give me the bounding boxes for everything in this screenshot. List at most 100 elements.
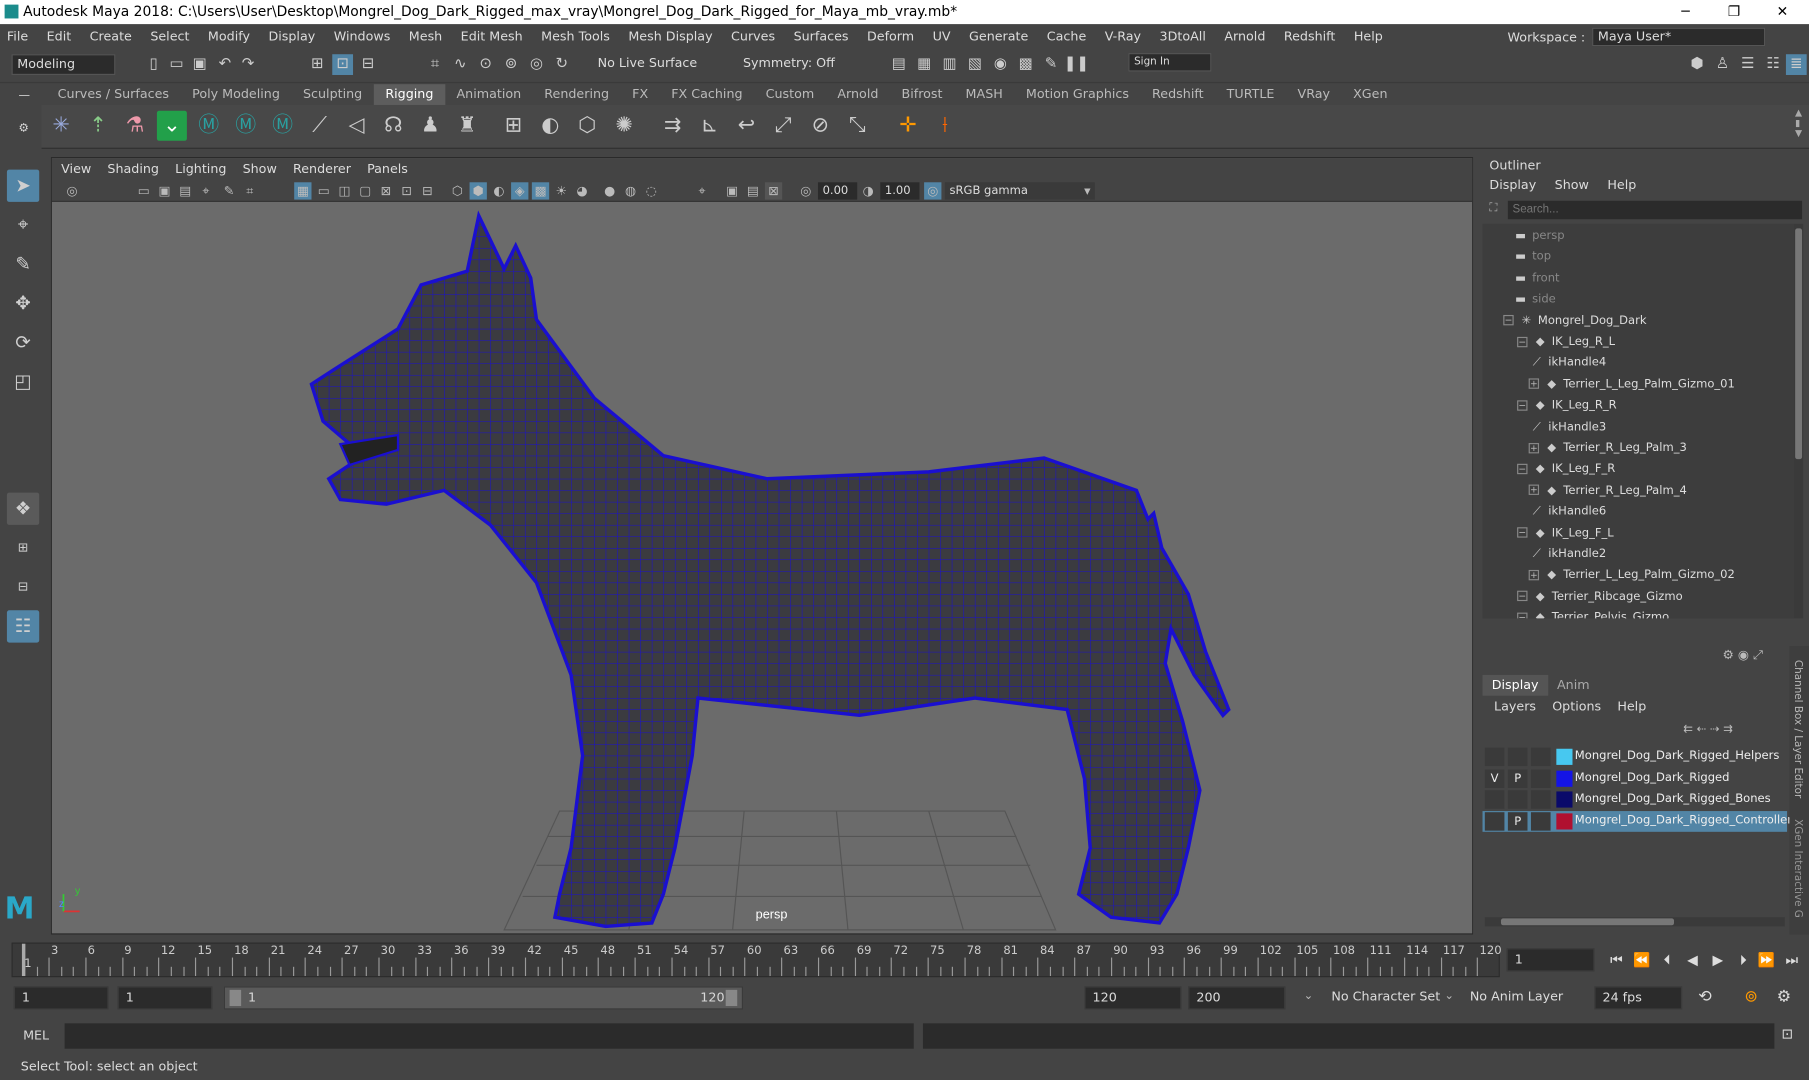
select-hierarchy-icon[interactable]: ⊞: [307, 54, 328, 75]
gate-mask-icon[interactable]: ▢: [356, 182, 373, 199]
locator-icon[interactable]: ✛: [893, 111, 923, 141]
pause-render-icon[interactable]: ❚❚: [1064, 54, 1089, 75]
point-constraint-icon[interactable]: ⟋: [305, 111, 335, 141]
shelf-collapse-icon[interactable]: —: [18, 90, 30, 103]
outliner-menu-show[interactable]: Show: [1555, 178, 1589, 196]
expand-toggle-icon[interactable]: +: [1528, 378, 1540, 390]
rotate-tool-icon[interactable]: ⟳: [7, 326, 39, 358]
shadows-icon[interactable]: ◕: [573, 182, 590, 199]
menu-redshift[interactable]: Redshift: [1284, 28, 1336, 43]
menu-file[interactable]: File: [7, 28, 28, 43]
step-forward-key-icon[interactable]: ⏩: [1756, 949, 1777, 970]
layer-visibility-toggle[interactable]: [1484, 790, 1505, 809]
wire-shaded-icon[interactable]: ◈: [511, 182, 529, 200]
menu-mesh[interactable]: Mesh: [409, 28, 442, 43]
shelf-tab-vray[interactable]: VRay: [1286, 84, 1342, 105]
parent-constraint-icon[interactable]: ⊾: [695, 111, 725, 141]
outliner-item[interactable]: ▬ top: [1513, 247, 1551, 268]
layer-type-toggle[interactable]: [1530, 768, 1551, 788]
snap-view-icon[interactable]: ⊚: [501, 54, 522, 75]
grease-pencil-icon[interactable]: ✎: [220, 182, 237, 199]
expand-toggle-icon[interactable]: −: [1517, 612, 1528, 619]
camera-attributes-icon[interactable]: ▭: [135, 182, 152, 199]
field-chart-icon[interactable]: ⊠: [377, 182, 394, 199]
outliner-item[interactable]: ⟋ ikHandle4: [1529, 353, 1606, 374]
quick-rig-icon[interactable]: ♜: [452, 111, 482, 141]
viewport-menu-view[interactable]: View: [61, 162, 91, 177]
outliner-item[interactable]: ⟋ ikHandle6: [1529, 502, 1606, 523]
camera-select-icon[interactable]: ◎: [63, 182, 80, 199]
range-slider-start-handle[interactable]: [229, 989, 242, 1007]
xgen-tab[interactable]: XGen Interactive G: [1792, 819, 1804, 918]
orient-joint-icon[interactable]: ⤡: [842, 111, 872, 141]
layer-type-toggle[interactable]: [1530, 811, 1551, 831]
mirror-joint-icon[interactable]: ⊘: [805, 111, 835, 141]
orient-constraint-icon[interactable]: ☊: [378, 111, 408, 141]
snap-surface-icon[interactable]: ◎: [526, 54, 547, 75]
soft-mod-icon[interactable]: ✺: [609, 111, 639, 141]
outliner-item[interactable]: ▬ side: [1513, 290, 1556, 311]
default-material-icon[interactable]: ◐: [490, 182, 507, 199]
layer-row[interactable]: Mongrel_Dog_Dark_Rigged_Helpers: [1483, 746, 1788, 767]
step-back-key-icon[interactable]: ⏪: [1631, 949, 1652, 970]
vray-vfb-icon[interactable]: ✎: [1041, 54, 1062, 75]
layer-color-swatch[interactable]: [1556, 812, 1573, 829]
skin-weights-icon[interactable]: ◐: [535, 111, 565, 141]
xray-components-icon[interactable]: ⊠: [764, 182, 783, 200]
grid-icon[interactable]: ⌗: [241, 182, 258, 199]
viewport-persp[interactable]: View Shading Lighting Show Renderer Panels ◎ …: [50, 156, 1474, 935]
menu-edit-mesh[interactable]: Edit Mesh: [461, 28, 523, 43]
menu-deform[interactable]: Deform: [867, 28, 914, 43]
layer-playback-toggle[interactable]: [1507, 790, 1528, 809]
viewport-menu-renderer[interactable]: Renderer: [293, 162, 351, 177]
isolate-select-icon[interactable]: ⌖: [693, 182, 710, 199]
close-button[interactable]: ✕: [1763, 0, 1802, 24]
shelf-tab-mash[interactable]: MASH: [954, 84, 1014, 105]
ambient-occlusion-icon[interactable]: ●: [601, 182, 618, 199]
menu-generate[interactable]: Generate: [969, 28, 1028, 43]
snap-grid-icon[interactable]: ⌗: [425, 54, 446, 75]
range-slider[interactable]: 1 120: [223, 986, 743, 1010]
vray-render-icon[interactable]: ▩: [1015, 54, 1036, 75]
expand-toggle-icon[interactable]: −: [1517, 336, 1528, 347]
symmetry-dropdown[interactable]: Symmetry: Off: [738, 54, 848, 75]
lattice-icon[interactable]: ⬡: [572, 111, 602, 141]
layer-tab-display[interactable]: Display: [1482, 674, 1548, 696]
chevron-down-icon[interactable]: ▾: [1079, 182, 1096, 199]
layer-playback-toggle[interactable]: P: [1507, 811, 1528, 831]
menu-cache[interactable]: Cache: [1047, 28, 1086, 43]
spline-ik-icon[interactable]: ⤢: [768, 111, 798, 141]
smooth-shade-icon[interactable]: ⬢: [469, 182, 487, 200]
shelf-tab-custom[interactable]: Custom: [754, 84, 826, 105]
aim-constraint-icon[interactable]: ◁: [341, 111, 371, 141]
workspace-dropdown[interactable]: Maya User*: [1592, 27, 1766, 47]
menu-select[interactable]: Select: [150, 28, 189, 43]
outliner-item[interactable]: − ◆ Terrier_Pelvis_Gizmo: [1517, 608, 1669, 619]
lights-icon[interactable]: ☀: [553, 182, 570, 199]
menu-curves[interactable]: Curves: [731, 28, 775, 43]
outliner-item[interactable]: − ◆ IK_Leg_R_L: [1517, 332, 1615, 353]
shelf-tab-fx[interactable]: FX: [621, 84, 660, 105]
shelf-tab-rendering[interactable]: Rendering: [533, 84, 621, 105]
shelf-tab-xgen[interactable]: XGen: [1342, 84, 1399, 105]
film-gate-icon[interactable]: ▭: [315, 182, 332, 199]
layer-menu-help[interactable]: Help: [1617, 699, 1646, 714]
expand-toggle-icon[interactable]: −: [1503, 315, 1514, 326]
playback-end-field[interactable]: 120: [1084, 986, 1182, 1010]
single-view-icon[interactable]: ❖: [6, 492, 40, 525]
maximize-button[interactable]: ❐: [1714, 0, 1753, 24]
shelf-tab-curves-surfaces[interactable]: Curves / Surfaces: [46, 84, 180, 105]
safe-action-icon[interactable]: ⊡: [398, 182, 415, 199]
menu-windows[interactable]: Windows: [334, 28, 391, 43]
four-view-icon[interactable]: ⊞: [7, 532, 39, 564]
shelf-tab-turtle[interactable]: TURTLE: [1215, 84, 1286, 105]
expand-toggle-icon[interactable]: −: [1517, 399, 1528, 411]
animation-end-field[interactable]: 200: [1188, 986, 1286, 1010]
undo-icon[interactable]: ↶: [215, 54, 236, 75]
expand-toggle-icon[interactable]: −: [1517, 591, 1528, 602]
outliner-item[interactable]: ⟋ ikHandle3: [1529, 417, 1606, 438]
snap-live-icon[interactable]: ↻: [551, 54, 572, 75]
time-slider[interactable]: 1 3 6 9 12 15 18 21 24 27 30 33 36 39 42 45 48 51 54 57 60 63…: [11, 942, 1502, 978]
go-to-end-icon[interactable]: ⏭: [1781, 949, 1802, 970]
viewport-menu-show[interactable]: Show: [243, 162, 277, 177]
